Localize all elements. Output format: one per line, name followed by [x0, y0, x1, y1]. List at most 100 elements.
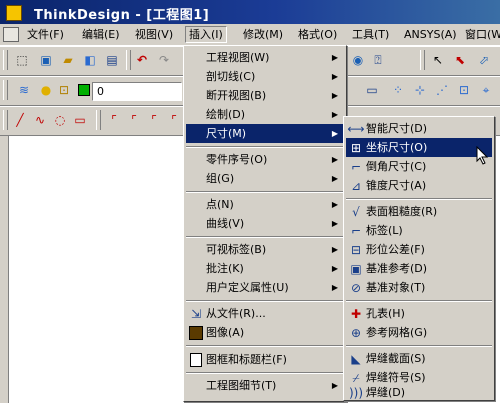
- save-icon[interactable]: ▤: [102, 50, 122, 70]
- polyline-tool-icon[interactable]: ∿: [30, 110, 50, 130]
- toolbar-separator: [96, 110, 101, 130]
- open-icon[interactable]: ◧: [80, 50, 100, 70]
- snap-icon-3[interactable]: ⋰: [432, 80, 452, 100]
- menu-item-coordinate-dimension[interactable]: ⊞ 坐标尺寸(O): [346, 138, 492, 157]
- circle-tool-icon[interactable]: ◌: [50, 110, 70, 130]
- menu-item-part-number[interactable]: 零件序号(O) ▶: [186, 150, 344, 169]
- menu-item-chamfer-dimension[interactable]: ⌐ 倒角尺寸(C): [346, 157, 492, 176]
- menu-item-curve[interactable]: 曲线(V) ▶: [186, 214, 344, 233]
- menu-item-geometric-tolerance[interactable]: ⊟ 形位公差(F): [346, 240, 492, 259]
- lock-icon[interactable]: ⊡: [54, 80, 74, 100]
- taper-dimension-icon: ⊿: [350, 178, 362, 193]
- menu-ansys[interactable]: ANSYS(A): [401, 27, 460, 42]
- select-filter-icon[interactable]: ⬉: [450, 50, 470, 70]
- menu-item-datum-reference[interactable]: ▣ 基准参考(D): [346, 259, 492, 278]
- layer-combo[interactable]: 0: [92, 82, 182, 101]
- select-window-icon[interactable]: ⬀: [474, 50, 494, 70]
- layer-manager-icon[interactable]: ≋: [14, 80, 34, 100]
- menu-item-weld[interactable]: ))) 焊缝(D): [346, 383, 492, 402]
- snap-icon-1[interactable]: ⁘: [388, 80, 408, 100]
- reference-grid-icon: ⊕: [350, 325, 362, 340]
- new-drawing-icon[interactable]: ⬚: [12, 50, 32, 70]
- menu-tools[interactable]: 工具(T): [349, 27, 392, 42]
- menu-item-draw[interactable]: 绘制(D) ▶: [186, 105, 344, 124]
- coordinate-dimension-icon: ⊞: [350, 140, 362, 155]
- menu-item-user-attributes[interactable]: 用户定义属性(U) ▶: [186, 278, 344, 297]
- fillet-tool-icon[interactable]: ⌜: [104, 110, 124, 130]
- menu-separator: [346, 198, 492, 200]
- snap-icon-4[interactable]: ⊡: [454, 80, 474, 100]
- menu-item-break-view[interactable]: 断开视图(B) ▶: [186, 86, 344, 105]
- datum-reference-icon: ▣: [350, 261, 362, 276]
- menu-item-section-line[interactable]: 剖切线(C) ▶: [186, 67, 344, 86]
- menu-item-frame-title-block[interactable]: 图框和标题栏(F): [186, 350, 344, 369]
- menu-file[interactable]: 文件(F): [24, 27, 67, 42]
- toolbar-grip[interactable]: [3, 50, 8, 70]
- menu-edit[interactable]: 编辑(E): [79, 27, 123, 42]
- menu-item-hole-table[interactable]: ✚ 孔表(H): [346, 304, 492, 323]
- menu-separator: [346, 300, 492, 302]
- toolbar-grip[interactable]: [3, 80, 8, 100]
- lightbulb-icon[interactable]: ●: [36, 80, 56, 100]
- menu-item-image[interactable]: 图像(A): [186, 323, 344, 342]
- line-tool-icon[interactable]: ╱: [10, 110, 30, 130]
- submenu-arrow-icon: ▶: [331, 53, 338, 62]
- menu-item-drawing-detail[interactable]: 工程图细节(T) ▶: [186, 376, 344, 395]
- weld-section-icon: ◣: [351, 351, 361, 366]
- chamfer-tool-icon[interactable]: ⌜: [124, 110, 144, 130]
- menu-separator: [186, 146, 344, 148]
- undo-icon[interactable]: ↶: [132, 50, 152, 70]
- toolbar-separator: [126, 50, 131, 70]
- whats-this-icon[interactable]: ⍰: [368, 50, 388, 70]
- menu-item-smart-dimension[interactable]: ⟷ 智能尺寸(D): [346, 119, 492, 138]
- submenu-arrow-icon: ▶: [331, 110, 338, 119]
- frame-icon: [188, 352, 204, 368]
- submenu-arrow-icon: ▶: [331, 129, 338, 138]
- window-title: ThinkDesign - [工程图1]: [34, 8, 210, 23]
- mouse-cursor-icon: [476, 146, 489, 165]
- layer-value: 0: [97, 85, 104, 98]
- label-icon: ⌐: [350, 223, 362, 238]
- title-bar: ThinkDesign - [工程图1]: [0, 0, 500, 24]
- menu-item-visible-tag[interactable]: 可视标签(B) ▶: [186, 240, 344, 259]
- menu-item-annotation[interactable]: 批注(K) ▶: [186, 259, 344, 278]
- menu-item-datum-object[interactable]: ⊘ 基准对象(T): [346, 278, 492, 297]
- menu-item-taper-dimension[interactable]: ⊿ 锥度尺寸(A): [346, 176, 492, 195]
- menu-item-surface-roughness[interactable]: √ 表面粗糙度(R): [346, 202, 492, 221]
- menu-item-weld-section[interactable]: ◣ 焊缝截面(S): [346, 349, 492, 368]
- select-arrow-icon[interactable]: ↖: [428, 50, 448, 70]
- new-file-icon[interactable]: ▣: [36, 50, 56, 70]
- menu-item-reference-grid[interactable]: ⊕ 参考网格(G): [346, 323, 492, 342]
- menu-modify[interactable]: 修改(M): [240, 27, 286, 42]
- chamfer-dimension-icon: ⌐: [350, 159, 362, 174]
- menu-format[interactable]: 格式(O): [295, 27, 340, 42]
- print-icon[interactable]: ▭: [362, 80, 382, 100]
- arc-tool-icon[interactable]: ▭: [70, 110, 90, 130]
- surface-roughness-icon: √: [352, 204, 360, 219]
- redo-icon[interactable]: ↷: [154, 50, 174, 70]
- snap-icon-2[interactable]: ⊹: [410, 80, 430, 100]
- geometric-tolerance-icon: ⊟: [350, 242, 362, 257]
- toolbar-separator: [420, 50, 425, 70]
- menu-item-point[interactable]: 点(N) ▶: [186, 195, 344, 214]
- menu-view[interactable]: 视图(V): [132, 27, 176, 42]
- datum-object-icon: ⊘: [350, 280, 362, 295]
- menu-window[interactable]: 窗口(W): [462, 27, 500, 42]
- menu-item-dimension[interactable]: 尺寸(M) ▶: [186, 124, 344, 143]
- menu-item-from-file[interactable]: ⇲ 从文件(R)...: [186, 304, 344, 323]
- menu-separator: [186, 191, 344, 193]
- document-system-icon[interactable]: [3, 27, 19, 42]
- open-folder-icon[interactable]: ▰: [58, 50, 78, 70]
- menu-item-engineering-view[interactable]: 工程视图(W) ▶: [186, 48, 344, 67]
- menu-insert[interactable]: 插入(I): [185, 26, 227, 43]
- corner-tool-icon[interactable]: ⌜: [144, 110, 164, 130]
- smart-dimension-icon: ⟷: [347, 121, 365, 136]
- menu-item-group[interactable]: 组(G) ▶: [186, 169, 344, 188]
- zoom-icon[interactable]: ◉: [348, 50, 368, 70]
- submenu-arrow-icon: ▶: [331, 245, 338, 254]
- menu-item-label[interactable]: ⌐ 标签(L): [346, 221, 492, 240]
- submenu-arrow-icon: ▶: [331, 381, 338, 390]
- toolbar-grip[interactable]: [3, 110, 8, 130]
- snap-icon-5[interactable]: ⌖: [476, 80, 496, 100]
- trim-tool-icon[interactable]: ⌜: [164, 110, 184, 130]
